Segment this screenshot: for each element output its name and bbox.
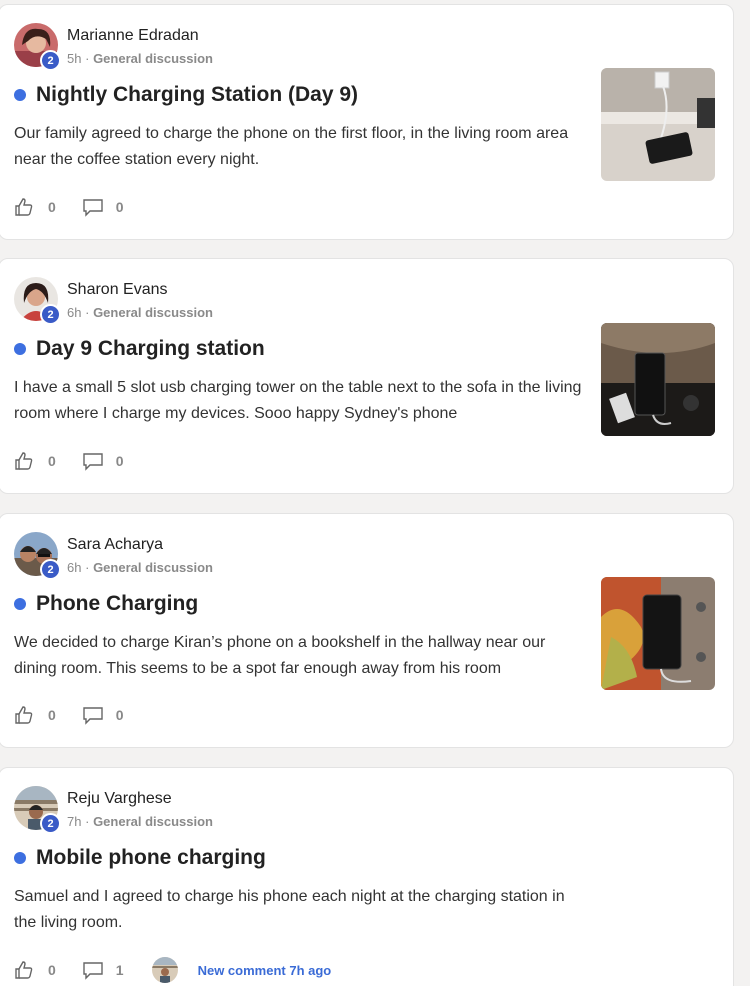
comment-bubble-icon [83, 199, 103, 217]
post-body: I have a small 5 slot usb charging tower… [14, 379, 582, 422]
author-avatar[interactable]: 2 [14, 277, 61, 325]
post-body: We decided to charge Kiran’s phone on a … [14, 634, 546, 677]
comment-count: 0 [115, 453, 124, 469]
level-badge: 2 [40, 813, 61, 834]
post-title-row[interactable]: Nightly Charging Station (Day 9) [14, 83, 358, 107]
comment-button[interactable]: 0 [82, 705, 124, 725]
post-actions: 0 0 [14, 451, 124, 471]
comment-button[interactable]: 0 [82, 451, 124, 471]
comment-button[interactable]: 0 [82, 197, 124, 217]
like-count: 0 [48, 453, 56, 469]
post-card[interactable]: 2 Reju Varghese 7h · General discussion … [0, 767, 734, 986]
comment-count: 0 [115, 707, 124, 723]
post-card[interactable]: 2 Sharon Evans 6h · General discussion D… [0, 258, 734, 494]
like-button[interactable]: 0 [14, 197, 56, 217]
post-time: 6h [67, 305, 82, 320]
post-card[interactable]: 2 Sara Acharya 6h · General discussion P… [0, 513, 734, 748]
post-thumbnail[interactable] [601, 68, 715, 181]
post-title[interactable]: Mobile phone charging [36, 846, 266, 870]
level-badge: 2 [40, 559, 61, 580]
post-time: 5h [67, 51, 82, 66]
thumbs-up-icon [15, 198, 33, 216]
thumbs-up-icon [15, 452, 33, 470]
post-title-row[interactable]: Mobile phone charging [14, 846, 266, 870]
author-name[interactable]: Marianne Edradan [67, 27, 199, 45]
comment-count: 1 [115, 962, 124, 978]
level-badge: 2 [40, 50, 61, 71]
author-avatar[interactable]: 2 [14, 786, 61, 834]
meta-separator: · [85, 305, 90, 320]
post-thumbnail[interactable] [601, 577, 715, 690]
post-time: 7h [67, 814, 82, 829]
comment-bubble-icon [83, 453, 103, 471]
like-button[interactable]: 0 [14, 960, 56, 980]
new-comment-link[interactable]: New comment 7h ago [151, 957, 332, 983]
unread-dot-icon [14, 852, 26, 864]
comment-bubble-icon [83, 962, 103, 980]
post-meta: 7h · General discussion [67, 814, 213, 829]
post-actions: 0 1 New comment 7h ago [14, 957, 331, 983]
post-card[interactable]: 2 Marianne Edradan 5h · General discussi… [0, 4, 734, 240]
like-button[interactable]: 0 [14, 451, 56, 471]
post-category[interactable]: General discussion [93, 51, 213, 66]
unread-dot-icon [14, 89, 26, 101]
comment-count: 0 [115, 199, 124, 215]
level-badge: 2 [40, 304, 61, 325]
thumbs-up-icon [15, 706, 33, 724]
like-count: 0 [48, 962, 56, 978]
new-comment-text[interactable]: New comment 7h ago [198, 963, 332, 978]
thumbs-up-icon [15, 961, 33, 979]
post-body: Our family agreed to charge the phone on… [14, 125, 569, 168]
author-name[interactable]: Sara Acharya [67, 536, 163, 554]
post-title[interactable]: Phone Charging [36, 592, 198, 616]
post-title[interactable]: Day 9 Charging station [36, 337, 265, 361]
post-category[interactable]: General discussion [93, 814, 213, 829]
meta-separator: · [85, 51, 90, 66]
like-count: 0 [48, 707, 56, 723]
post-meta: 6h · General discussion [67, 305, 213, 320]
post-time: 6h [67, 560, 82, 575]
unread-dot-icon [14, 598, 26, 610]
post-meta: 5h · General discussion [67, 51, 213, 66]
post-meta: 6h · General discussion [67, 560, 213, 575]
unread-dot-icon [14, 343, 26, 355]
commenter-avatar [151, 957, 178, 983]
like-count: 0 [48, 199, 56, 215]
author-name[interactable]: Sharon Evans [67, 281, 168, 299]
author-avatar[interactable]: 2 [14, 23, 61, 71]
comment-bubble-icon [83, 707, 103, 725]
post-thumbnail[interactable] [601, 323, 715, 436]
post-title[interactable]: Nightly Charging Station (Day 9) [36, 83, 358, 107]
author-name[interactable]: Reju Varghese [67, 790, 172, 808]
post-actions: 0 0 [14, 197, 124, 217]
meta-separator: · [85, 814, 90, 829]
comment-button[interactable]: 1 [82, 960, 124, 980]
post-actions: 0 0 [14, 705, 124, 725]
post-body: Samuel and I agreed to charge his phone … [14, 888, 565, 931]
author-avatar[interactable]: 2 [14, 532, 61, 580]
post-category[interactable]: General discussion [93, 560, 213, 575]
like-button[interactable]: 0 [14, 705, 56, 725]
post-title-row[interactable]: Phone Charging [14, 592, 198, 616]
post-category[interactable]: General discussion [93, 305, 213, 320]
meta-separator: · [85, 560, 90, 575]
post-title-row[interactable]: Day 9 Charging station [14, 337, 265, 361]
